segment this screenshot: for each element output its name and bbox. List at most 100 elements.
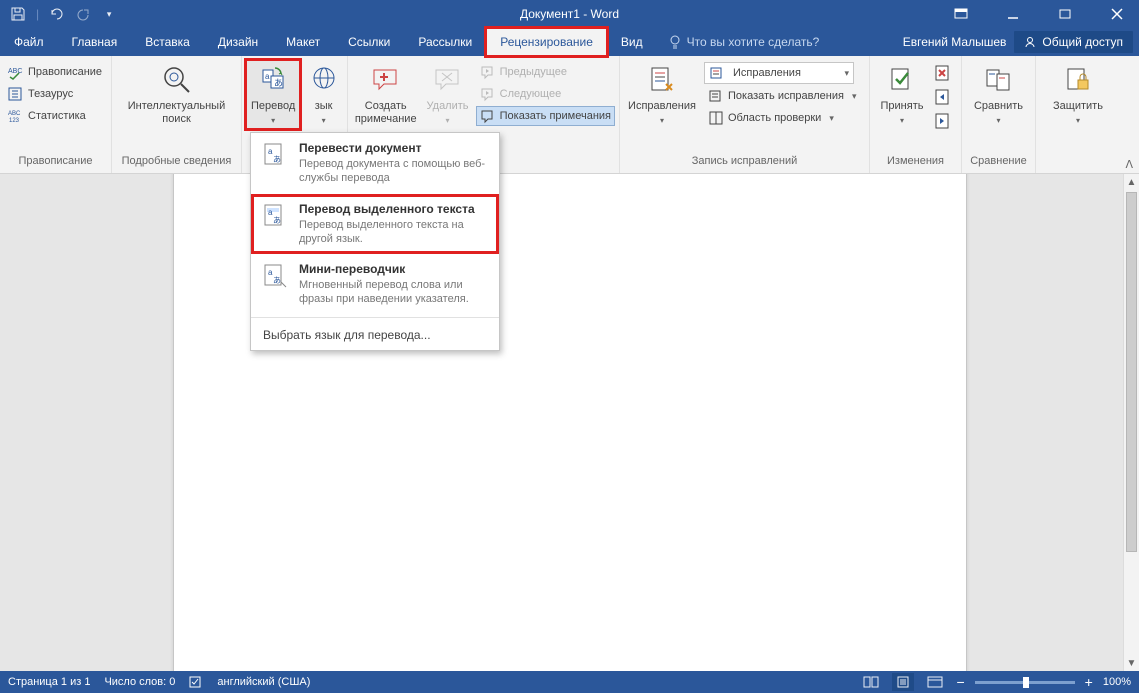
- zoom-level[interactable]: 100%: [1103, 676, 1131, 688]
- menu-translate-document[interactable]: aあ Перевести документ Перевод документа …: [251, 133, 499, 194]
- user-name[interactable]: Евгений Малышев: [903, 35, 1007, 49]
- statistics-icon: ABC123: [8, 108, 24, 124]
- vertical-scrollbar[interactable]: ▲ ▼: [1123, 174, 1139, 671]
- protect-button[interactable]: Защитить ▾: [1044, 60, 1112, 129]
- word-count-button[interactable]: ABC123Статистика: [4, 106, 106, 126]
- svg-text:ABC: ABC: [8, 111, 21, 117]
- thesaurus-icon: [8, 86, 24, 102]
- window-title: Документ1 - Word: [520, 7, 619, 21]
- tab-review[interactable]: Рецензирование: [486, 28, 607, 56]
- undo-icon[interactable]: [49, 6, 65, 22]
- page-indicator[interactable]: Страница 1 из 1: [8, 676, 90, 688]
- show-comments-button[interactable]: Показать примечания: [476, 106, 615, 126]
- language-status[interactable]: английский (США): [217, 676, 310, 688]
- show-comments-icon: [480, 108, 496, 124]
- translate-button[interactable]: aあ Перевод ▾: [246, 60, 300, 129]
- word-count[interactable]: Число слов: 0: [104, 676, 175, 688]
- next-change-icon[interactable]: [934, 112, 952, 130]
- compare-button[interactable]: Сравнить ▾: [967, 60, 1031, 129]
- proofing-status-icon[interactable]: [189, 675, 203, 689]
- group-protect: Защитить ▾: [1036, 56, 1120, 173]
- tell-me-placeholder: Что вы хотите сделать?: [687, 35, 820, 49]
- share-button[interactable]: Общий доступ: [1014, 31, 1133, 53]
- qat-more-icon[interactable]: ▾: [101, 6, 117, 22]
- scroll-up-icon[interactable]: ▲: [1124, 174, 1139, 190]
- previous-icon: [480, 64, 496, 80]
- zoom-in-button[interactable]: +: [1085, 674, 1093, 690]
- group-insights: Интеллектуальный поиск Подробные сведени…: [112, 56, 242, 173]
- new-comment-button[interactable]: Создать примечание: [352, 60, 419, 130]
- svg-text:あ: あ: [273, 216, 281, 225]
- print-layout-icon[interactable]: [892, 673, 914, 691]
- minimize-button[interactable]: [991, 0, 1035, 28]
- reject-icon[interactable]: [934, 64, 952, 82]
- save-icon[interactable]: [10, 6, 26, 22]
- track-changes-button[interactable]: Исправления ▾: [624, 60, 700, 129]
- display-for-review[interactable]: Исправления▾: [704, 62, 854, 84]
- menu-choose-language[interactable]: Выбрать язык для перевода...: [251, 320, 499, 350]
- new-comment-icon: [370, 64, 402, 96]
- translate-document-icon: aあ: [261, 141, 289, 169]
- zoom-slider-thumb[interactable]: [1023, 677, 1029, 688]
- menu-separator: [251, 317, 499, 318]
- tell-me-search[interactable]: Что вы хотите сделать?: [657, 28, 832, 56]
- tab-insert[interactable]: Вставка: [131, 28, 204, 56]
- translate-menu: aあ Перевести документ Перевод документа …: [250, 132, 500, 351]
- tab-layout[interactable]: Макет: [272, 28, 334, 56]
- smart-lookup-icon: [161, 64, 193, 96]
- collapse-ribbon-icon[interactable]: ᐱ: [1125, 158, 1133, 171]
- svg-text:あ: あ: [273, 155, 281, 164]
- svg-text:ABC: ABC: [8, 68, 22, 75]
- document-area: ▲ ▼: [0, 174, 1139, 671]
- translate-selection-icon: aあ: [261, 202, 289, 230]
- delete-comment-button: Удалить ▾: [423, 60, 471, 129]
- menu-mini-translator[interactable]: aあ Мини-переводчик Мгновенный перевод сл…: [251, 254, 499, 315]
- tab-references[interactable]: Ссылки: [334, 28, 404, 56]
- tab-view[interactable]: Вид: [607, 28, 657, 56]
- reviewing-pane-icon: [708, 110, 724, 126]
- tab-file[interactable]: Файл: [0, 28, 58, 56]
- group-proofing: ABCПравописание Тезаурус ABC123Статистик…: [0, 56, 112, 173]
- group-compare: Сравнить ▾ Сравнение: [962, 56, 1036, 173]
- zoom-slider[interactable]: [975, 681, 1075, 684]
- svg-text:123: 123: [9, 118, 20, 124]
- group-tracking: Исправления ▾ Исправления▾ Показать испр…: [620, 56, 870, 173]
- zoom-out-button[interactable]: −: [956, 674, 964, 690]
- language-button[interactable]: зык ▾: [304, 60, 343, 129]
- lightbulb-icon: [669, 35, 681, 49]
- redo-icon[interactable]: [75, 6, 91, 22]
- svg-text:あ: あ: [274, 78, 283, 88]
- scroll-thumb[interactable]: [1126, 192, 1137, 552]
- protect-icon: [1062, 64, 1094, 96]
- tab-mailings[interactable]: Рассылки: [404, 28, 486, 56]
- thesaurus-button[interactable]: Тезаурус: [4, 84, 106, 104]
- scroll-down-icon[interactable]: ▼: [1124, 655, 1139, 671]
- accept-icon: [886, 64, 918, 96]
- group-proofing-label: Правописание: [0, 155, 111, 173]
- display-icon: [709, 65, 725, 81]
- tab-design[interactable]: Дизайн: [204, 28, 272, 56]
- maximize-button[interactable]: [1043, 0, 1087, 28]
- close-button[interactable]: [1095, 0, 1139, 28]
- mini-translator-icon: aあ: [261, 262, 289, 290]
- next-comment-button: Следующее: [476, 84, 615, 104]
- previous-comment-button: Предыдущее: [476, 62, 615, 82]
- menu-translate-selection[interactable]: aあ Перевод выделенного текста Перевод вы…: [251, 194, 499, 255]
- web-layout-icon[interactable]: [924, 673, 946, 691]
- translate-icon: aあ: [257, 64, 289, 96]
- ribbon-options-icon[interactable]: [939, 0, 983, 28]
- title-bar: | ▾ Документ1 - Word: [0, 0, 1139, 28]
- tab-home[interactable]: Главная: [58, 28, 132, 56]
- language-icon: [308, 64, 340, 96]
- reviewing-pane-button[interactable]: Область проверки: [704, 108, 861, 128]
- read-mode-icon[interactable]: [860, 673, 882, 691]
- previous-change-icon[interactable]: [934, 88, 952, 106]
- smart-lookup-button[interactable]: Интеллектуальный поиск: [117, 60, 237, 130]
- spelling-button[interactable]: ABCПравописание: [4, 62, 106, 82]
- compare-icon: [983, 64, 1015, 96]
- accept-button[interactable]: Принять ▾: [874, 60, 930, 129]
- group-changes-label: Изменения: [870, 155, 961, 173]
- show-markup-button[interactable]: Показать исправления: [704, 86, 861, 106]
- svg-text:a: a: [265, 72, 270, 81]
- group-protect-label: [1036, 155, 1120, 173]
